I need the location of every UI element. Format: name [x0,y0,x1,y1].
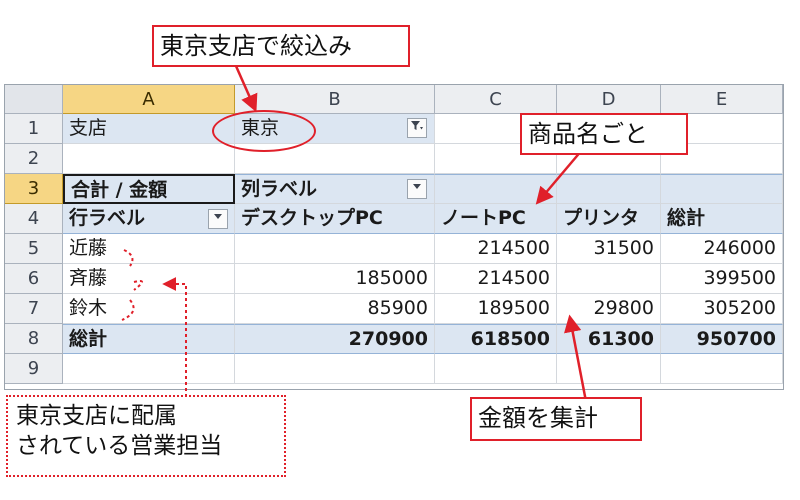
product-arrow [535,149,583,205]
staff-arrow [162,277,187,397]
product-callout: 商品名ごと [520,113,688,155]
staff-callout-line2: されている営業担当 [16,433,223,459]
staff-bracket [121,249,143,321]
staff-callout: 東京支店に配属 されている営業担当 [6,395,286,477]
filter-callout: 東京支店で絞込み [152,25,410,67]
filter-arrow [234,65,258,113]
staff-callout-line1: 東京支店に配属 [16,403,177,429]
amount-callout: 金額を集計 [470,397,642,441]
